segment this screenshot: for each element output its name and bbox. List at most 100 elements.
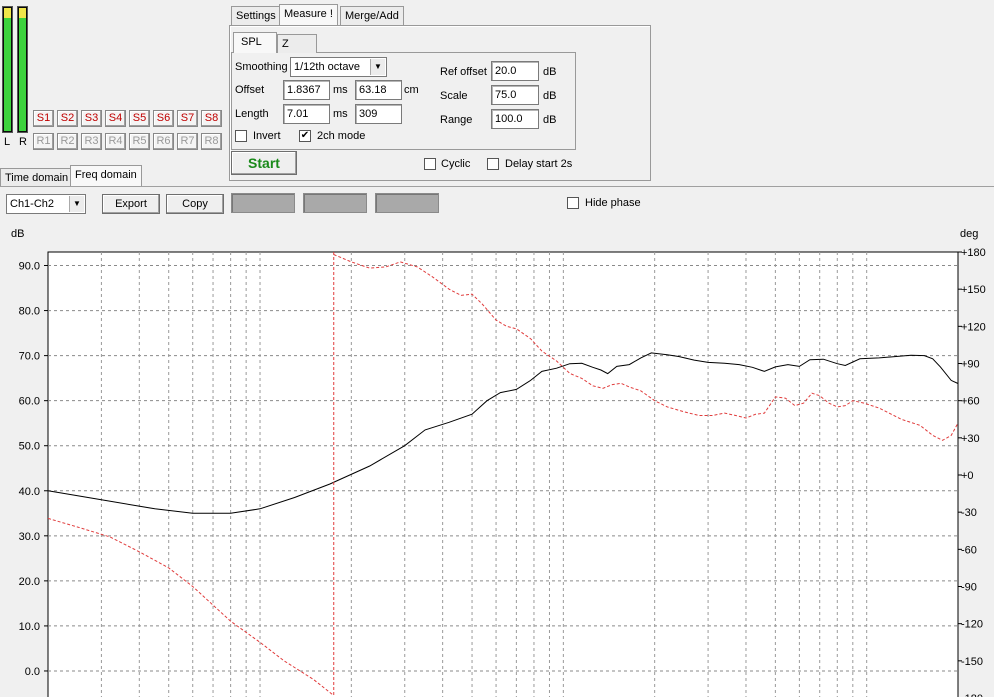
tab-impedance[interactable]: Z (277, 34, 317, 53)
recall-slot-button-5[interactable]: R5 (129, 133, 150, 150)
two-channel-label: 2ch mode (317, 130, 366, 142)
scale-label: Scale (440, 90, 468, 102)
delay-start-checkbox[interactable] (487, 158, 499, 170)
export-button[interactable]: Export (102, 194, 160, 214)
y-tick-label-right: +0 (961, 470, 974, 482)
y-tick-label-left: 40.0 (19, 486, 40, 498)
store-slot-button-6[interactable]: S6 (153, 110, 174, 127)
y-tick-label-right: -120 (961, 619, 983, 631)
y-tick-label-left: 60.0 (19, 396, 40, 408)
overlay-slot-2[interactable] (303, 193, 367, 213)
tab-measure[interactable]: Measure ! (279, 4, 338, 25)
store-slot-button-3[interactable]: S3 (81, 110, 102, 127)
store-slot-button-8[interactable]: S8 (201, 110, 222, 127)
store-slot-button-4[interactable]: S4 (105, 110, 126, 127)
right-level-fill (19, 16, 26, 131)
range-label: Range (440, 114, 473, 126)
overlay-slot-3[interactable] (375, 193, 439, 213)
recall-slot-button-3[interactable]: R3 (81, 133, 102, 150)
length-label: Length (235, 108, 269, 120)
check-icon: ✔ (300, 130, 310, 141)
y-tick-label-right: -150 (961, 656, 983, 668)
y-tick-label-right: -180 (961, 693, 983, 697)
overlay-slot-1[interactable] (231, 193, 295, 213)
tab-divider (0, 186, 994, 187)
y-tick-label-right: +180 (961, 247, 986, 259)
y-tick-label-left: 0.0 (25, 666, 40, 678)
offset-cm-unit: cm (404, 84, 419, 96)
offset-label: Offset (235, 84, 265, 96)
recall-slot-button-8[interactable]: R8 (201, 133, 222, 150)
y-tick-label-right: +60 (961, 396, 980, 408)
offset-ms-field[interactable]: 1.8367 (283, 80, 330, 100)
y-tick-label-right: +30 (961, 433, 980, 445)
ref-offset-field[interactable]: 20.0 (491, 61, 539, 81)
store-slot-button-1[interactable]: S1 (33, 110, 54, 127)
left-meter-label: L (4, 136, 11, 148)
range-unit: dB (543, 114, 557, 126)
tab-settings[interactable]: Settings (231, 6, 281, 25)
smoothing-label: Smoothing (235, 61, 288, 73)
y-axis-right-label: deg (960, 228, 978, 240)
delay-start-label: Delay start 2s (505, 158, 573, 170)
y-tick-label-right: +150 (961, 284, 986, 296)
right-peak-indicator (19, 8, 26, 18)
ref-offset-label: Ref offset (440, 66, 487, 78)
left-level-fill (4, 16, 11, 131)
offset-cm-field[interactable]: 63.18 (355, 80, 402, 100)
invert-label: Invert (253, 130, 281, 142)
left-peak-indicator (4, 8, 11, 18)
length-ms-unit: ms (333, 108, 348, 120)
store-slot-button-7[interactable]: S7 (177, 110, 198, 127)
recall-slot-button-6[interactable]: R6 (153, 133, 174, 150)
y-tick-label-left: 80.0 (19, 306, 40, 318)
tab-spl[interactable]: SPL (233, 32, 277, 53)
y-tick-label-right: -60 (961, 544, 977, 556)
ref-offset-unit: dB (543, 66, 557, 78)
tab-time-domain[interactable]: Time domain (0, 168, 74, 187)
y-tick-label-right: +90 (961, 359, 980, 371)
y-tick-label-left: 90.0 (19, 261, 40, 273)
chevron-down-icon: ▼ (370, 59, 385, 75)
y-tick-label-left: 70.0 (19, 351, 40, 363)
smoothing-select[interactable]: 1/12th octave ▼ (290, 57, 387, 77)
tab-merge-add[interactable]: Merge/Add (340, 6, 404, 25)
plot-area (47, 251, 959, 697)
recall-slot-button-2[interactable]: R2 (57, 133, 78, 150)
cyclic-label: Cyclic (441, 158, 471, 170)
range-field[interactable]: 100.0 (491, 109, 539, 129)
channel-value: Ch1-Ch2 (10, 198, 55, 210)
start-button[interactable]: Start (231, 151, 297, 175)
store-slot-button-5[interactable]: S5 (129, 110, 150, 127)
y-tick-label-right: +120 (961, 321, 986, 333)
right-level-meter (17, 6, 28, 133)
scale-field[interactable]: 75.0 (491, 85, 539, 105)
y-tick-label-left: 30.0 (19, 531, 40, 543)
chevron-down-icon: ▼ (69, 196, 84, 212)
recall-slot-button-4[interactable]: R4 (105, 133, 126, 150)
recall-slot-button-7[interactable]: R7 (177, 133, 198, 150)
y-tick-label-left: 50.0 (19, 441, 40, 453)
copy-button[interactable]: Copy (166, 194, 224, 214)
hide-phase-checkbox[interactable] (567, 197, 579, 209)
y-tick-label-left: 10.0 (19, 621, 40, 633)
invert-checkbox[interactable] (235, 130, 247, 142)
frequency-response-chart[interactable]: dB deg 0.0 10.0 20.0 30.0 40.0 50.0 60.0 70.0 80… (0, 222, 994, 697)
y-tick-label-right: -30 (961, 507, 977, 519)
scale-unit: dB (543, 90, 557, 102)
store-slot-button-2[interactable]: S2 (57, 110, 78, 127)
smoothing-value: 1/12th octave (294, 61, 361, 73)
length-ms-field[interactable]: 7.01 (283, 104, 330, 124)
y-tick-label-right: -90 (961, 582, 977, 594)
recall-slot-button-1[interactable]: R1 (33, 133, 54, 150)
left-level-meter (2, 6, 13, 133)
y-axis-left-label: dB (11, 228, 24, 240)
cyclic-checkbox[interactable] (424, 158, 436, 170)
y-tick-label-left: 20.0 (19, 576, 40, 588)
two-channel-checkbox[interactable]: ✔ (299, 130, 311, 142)
right-meter-label: R (19, 136, 27, 148)
channel-select[interactable]: Ch1-Ch2 ▼ (6, 194, 86, 214)
offset-ms-unit: ms (333, 84, 348, 96)
length-samples-field[interactable]: 309 (355, 104, 402, 124)
tab-freq-domain[interactable]: Freq domain (70, 165, 142, 186)
